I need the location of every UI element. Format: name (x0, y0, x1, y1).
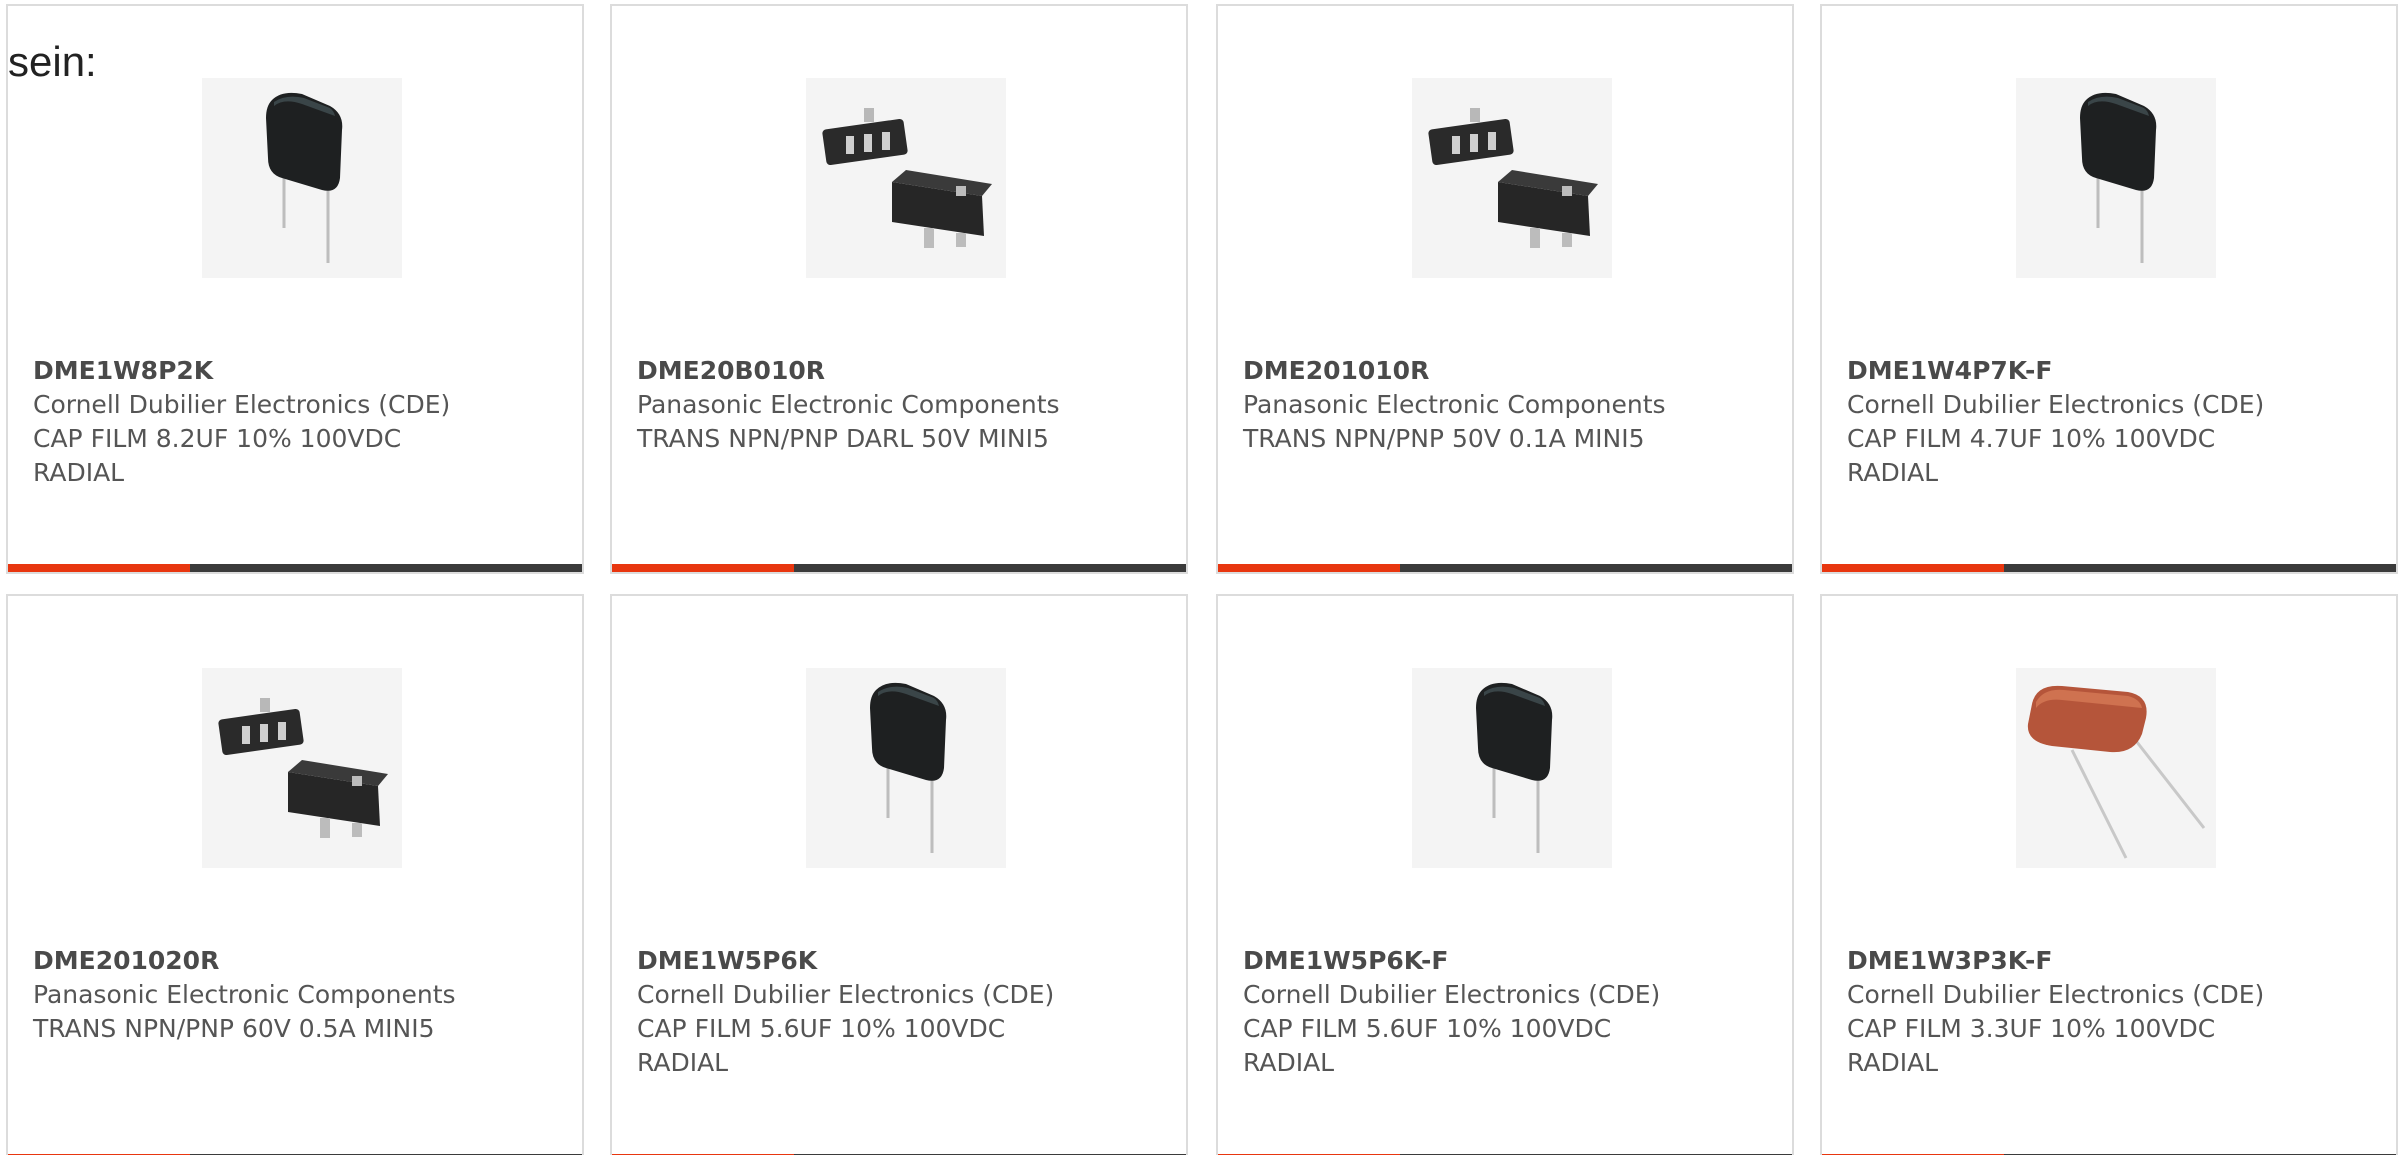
product-card[interactable]: DME1W4P7K-F Cornell Dubilier Electronics … (1820, 4, 2398, 574)
product-image[interactable] (1412, 668, 1612, 868)
part-number-link[interactable]: DME1W5P6K-F (1243, 944, 1673, 978)
product-description: CAP FILM 8.2UF 10% 100VDC RADIAL (33, 424, 402, 487)
card-bottom-bar (1822, 564, 2396, 572)
product-image[interactable] (806, 78, 1006, 278)
smd-transistor-package-icon (202, 668, 402, 868)
product-card[interactable]: DME20B010R Panasonic Electronic Component… (610, 4, 1188, 574)
black-film-capacitor-icon (806, 668, 1006, 868)
product-description: CAP FILM 5.6UF 10% 100VDC RADIAL (637, 1014, 1006, 1077)
card-accent-bar (1218, 564, 1400, 572)
product-description: CAP FILM 3.3UF 10% 100VDC RADIAL (1847, 1014, 2216, 1077)
part-number-link[interactable]: DME1W3P3K-F (1847, 944, 2277, 978)
manufacturer-name: Cornell Dubilier Electronics (CDE) (1847, 980, 2265, 1009)
product-description: TRANS NPN/PNP 60V 0.5A MINI5 (33, 1014, 435, 1043)
smd-transistor-package-icon (1412, 78, 1612, 278)
manufacturer-name: Panasonic Electronic Components (33, 980, 456, 1009)
orange-film-capacitor-icon (2016, 668, 2216, 868)
product-description: CAP FILM 5.6UF 10% 100VDC RADIAL (1243, 1014, 1612, 1077)
product-description: TRANS NPN/PNP 50V 0.1A MINI5 (1243, 424, 1645, 453)
product-image[interactable] (202, 78, 402, 278)
product-image[interactable] (2016, 668, 2216, 868)
manufacturer-name: Panasonic Electronic Components (1243, 390, 1666, 419)
product-card[interactable]: DME201020R Panasonic Electronic Component… (6, 594, 584, 1155)
smd-transistor-package-icon (806, 78, 1006, 278)
product-info: DME20B010R Panasonic Electronic Component… (637, 354, 1067, 456)
product-card[interactable]: DME1W5P6K-F Cornell Dubilier Electronics … (1216, 594, 1794, 1155)
product-card[interactable]: DME201010R Panasonic Electronic Component… (1216, 4, 1794, 574)
product-card[interactable]: DME1W3P3K-F Cornell Dubilier Electronics … (1820, 594, 2398, 1155)
part-number-link[interactable]: DME201020R (33, 944, 463, 978)
card-accent-bar (8, 564, 190, 572)
card-bottom-bar (612, 564, 1186, 572)
product-info: DME201020R Panasonic Electronic Component… (33, 944, 463, 1046)
product-info: DME1W5P6K Cornell Dubilier Electronics (C… (637, 944, 1067, 1080)
part-number-link[interactable]: DME20B010R (637, 354, 1067, 388)
product-image[interactable] (806, 668, 1006, 868)
product-description: TRANS NPN/PNP DARL 50V MINI5 (637, 424, 1049, 453)
part-number-link[interactable]: DME1W8P2K (33, 354, 463, 388)
manufacturer-name: Cornell Dubilier Electronics (CDE) (637, 980, 1055, 1009)
product-image[interactable] (2016, 78, 2216, 278)
part-number-link[interactable]: DME1W4P7K-F (1847, 354, 2277, 388)
manufacturer-name: Cornell Dubilier Electronics (CDE) (1243, 980, 1661, 1009)
manufacturer-name: Panasonic Electronic Components (637, 390, 1060, 419)
product-info: DME1W5P6K-F Cornell Dubilier Electronics … (1243, 944, 1673, 1080)
intro-text: sein: (8, 38, 97, 85)
black-film-capacitor-icon (2016, 78, 2216, 278)
product-description: CAP FILM 4.7UF 10% 100VDC RADIAL (1847, 424, 2216, 487)
black-film-capacitor-icon (202, 78, 402, 278)
manufacturer-name: Cornell Dubilier Electronics (CDE) (1847, 390, 2265, 419)
card-bottom-bar (1218, 564, 1792, 572)
product-info: DME201010R Panasonic Electronic Component… (1243, 354, 1673, 456)
card-accent-bar (1822, 564, 2004, 572)
black-film-capacitor-icon (1412, 668, 1612, 868)
product-info: DME1W8P2K Cornell Dubilier Electronics (C… (33, 354, 463, 490)
product-card[interactable]: DME1W8P2K Cornell Dubilier Electronics (C… (6, 4, 584, 574)
card-accent-bar (612, 564, 794, 572)
manufacturer-name: Cornell Dubilier Electronics (CDE) (33, 390, 451, 419)
card-bottom-bar (8, 564, 582, 572)
part-number-link[interactable]: DME201010R (1243, 354, 1673, 388)
product-info: DME1W4P7K-F Cornell Dubilier Electronics … (1847, 354, 2277, 490)
product-info: DME1W3P3K-F Cornell Dubilier Electronics … (1847, 944, 2277, 1080)
product-image[interactable] (1412, 78, 1612, 278)
product-image[interactable] (202, 668, 402, 868)
product-card[interactable]: DME1W5P6K Cornell Dubilier Electronics (C… (610, 594, 1188, 1155)
part-number-link[interactable]: DME1W5P6K (637, 944, 1067, 978)
